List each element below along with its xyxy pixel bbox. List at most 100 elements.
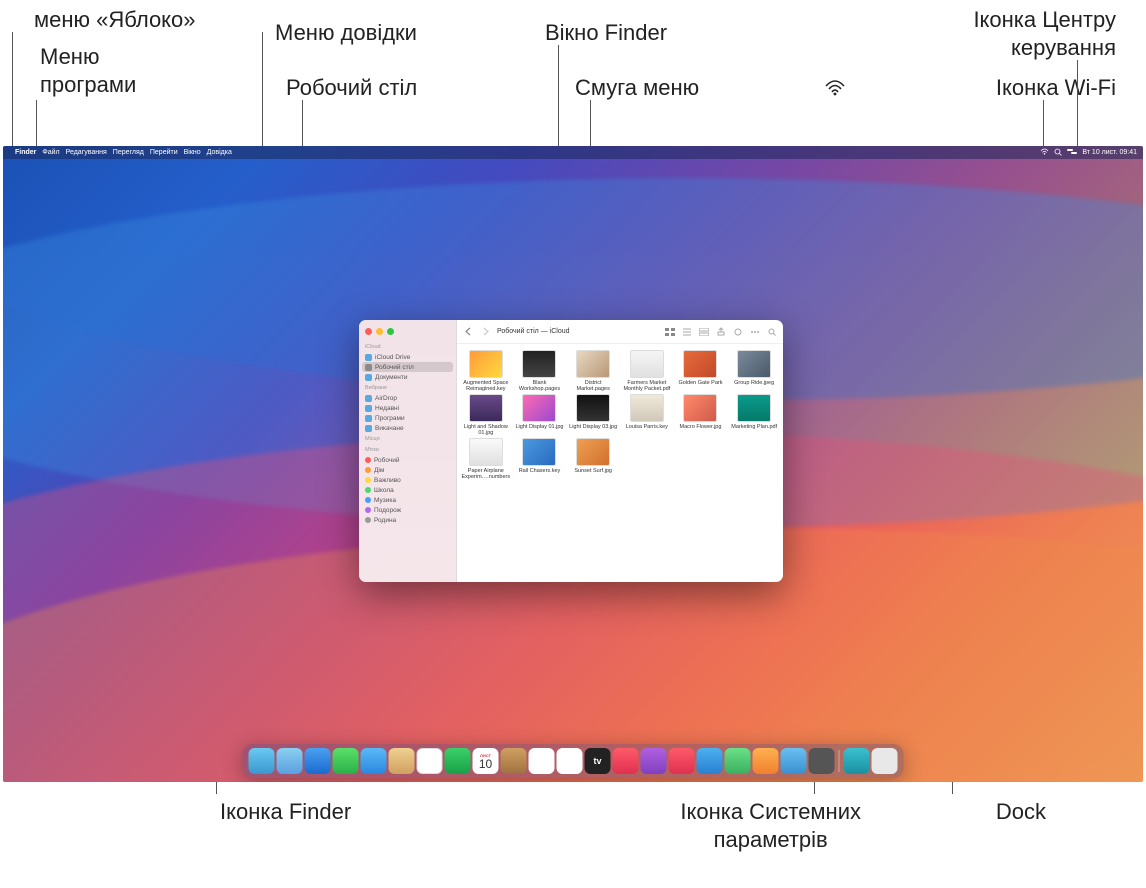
sidebar-item-label: Важливо [374, 477, 401, 484]
tag-button[interactable] [732, 326, 743, 337]
view-icons-button[interactable] [664, 326, 675, 337]
file-name: Paper Airplane Experim….numbers [461, 468, 511, 480]
dock-app-music[interactable] [613, 748, 639, 774]
file-item[interactable]: Louisa Parris.key [622, 394, 672, 436]
sidebar-item[interactable]: Дім [359, 465, 456, 475]
share-button[interactable] [715, 326, 726, 337]
file-name: Marketing Plan.pdf [729, 424, 779, 430]
dock-app-news[interactable] [669, 748, 695, 774]
file-item[interactable]: Blank Workshop.pages [515, 350, 565, 392]
sidebar-item[interactable]: Робочий стіл [362, 362, 453, 372]
folder-icon [365, 354, 372, 361]
clock[interactable]: Вт 10 лист. 09:41 [1082, 149, 1137, 156]
finder-sidebar: iCloudiCloud DriveРобочий стілДокументиВ… [359, 320, 457, 582]
sidebar-group-label: Вибране [359, 385, 456, 393]
file-item[interactable]: Group Ride.jpeg [729, 350, 779, 392]
file-name: Light and Shadow 01.jpg [461, 424, 511, 436]
menu-go[interactable]: Перейти [150, 149, 178, 156]
dock-app-app-store[interactable] [781, 748, 807, 774]
file-item[interactable]: Farmers Market Monthly Packet.pdf [622, 350, 672, 392]
menu-finder[interactable]: Finder [15, 149, 36, 156]
dock-trash[interactable] [872, 748, 898, 774]
file-item[interactable]: Marketing Plan.pdf [729, 394, 779, 436]
sidebar-item[interactable]: Музика [359, 495, 456, 505]
dock-app-podcasts[interactable] [641, 748, 667, 774]
sidebar-item[interactable]: Важливо [359, 475, 456, 485]
dock-app-photos[interactable] [417, 748, 443, 774]
file-item[interactable]: Light Display 03.jpg [568, 394, 618, 436]
finder-window[interactable]: iCloudiCloud DriveРобочий стілДокументиВ… [359, 320, 783, 582]
dock-app-pages[interactable] [753, 748, 779, 774]
dock-app-notes[interactable] [557, 748, 583, 774]
spotlight-icon[interactable] [1054, 148, 1062, 158]
dock-app-numbers[interactable] [725, 748, 751, 774]
sidebar-item[interactable]: Робочий [359, 455, 456, 465]
fullscreen-button[interactable] [387, 328, 394, 335]
file-item[interactable]: Augmented Space Reimagined.key [461, 350, 511, 392]
sidebar-item[interactable]: iCloud Drive [359, 352, 456, 362]
file-item[interactable]: Macro Flower.jpg [676, 394, 726, 436]
dock-app-launchpad[interactable] [277, 748, 303, 774]
search-button[interactable] [766, 326, 777, 337]
group-button[interactable] [698, 326, 709, 337]
forward-button[interactable] [480, 326, 491, 337]
dock-app-mail[interactable] [361, 748, 387, 774]
dock-app-tv[interactable]: tv [585, 748, 611, 774]
menu-window[interactable]: Вікно [184, 149, 201, 156]
dock-app-finder[interactable] [249, 748, 275, 774]
dock-app-messages[interactable] [333, 748, 359, 774]
line [12, 32, 13, 150]
sidebar-item-label: Документи [375, 374, 407, 381]
dock-app-calendar[interactable]: ЛИСТ10 [473, 748, 499, 774]
sidebar-item[interactable]: Документи [359, 372, 456, 382]
dock-app-contacts[interactable] [501, 748, 527, 774]
finder-title: Робочий стіл — iCloud [497, 328, 570, 335]
sidebar-item-label: AirDrop [375, 395, 397, 402]
dock-app-keynote[interactable] [697, 748, 723, 774]
folder-icon [365, 425, 372, 432]
action-button[interactable] [749, 326, 760, 337]
close-button[interactable] [365, 328, 372, 335]
dock-app-facetime[interactable] [445, 748, 471, 774]
dock-app-system-preferences[interactable] [809, 748, 835, 774]
sidebar-item-label: Дім [374, 467, 384, 474]
file-name: Louisa Parris.key [622, 424, 672, 430]
minimize-button[interactable] [376, 328, 383, 335]
dock-app-safari[interactable] [305, 748, 331, 774]
menu-help[interactable]: Довідка [207, 149, 232, 156]
menu-view[interactable]: Перегляд [113, 149, 144, 156]
finder-toolbar: Робочий стіл — iCloud [457, 320, 783, 344]
file-item[interactable]: District Market.pages [568, 350, 618, 392]
dock-app-reminders[interactable] [529, 748, 555, 774]
back-button[interactable] [463, 326, 474, 337]
sidebar-item[interactable]: Програми [359, 413, 456, 423]
file-item[interactable]: Rail Chasers.key [515, 438, 565, 480]
sidebar-item[interactable]: Школа [359, 485, 456, 495]
callout-app-menu: Меню програми [40, 43, 136, 98]
control-center-icon[interactable] [1067, 148, 1077, 157]
macos-desktop: Finder Файл Редагування Перегляд Перейти… [3, 146, 1143, 782]
folder-icon [365, 395, 372, 402]
tag-dot-icon [365, 467, 371, 473]
view-list-button[interactable] [681, 326, 692, 337]
file-item[interactable]: Paper Airplane Experim….numbers [461, 438, 511, 480]
file-item[interactable]: Sunset Surf.jpg [568, 438, 618, 480]
file-item[interactable]: Golden Gate Park [676, 350, 726, 392]
menu-edit[interactable]: Редагування [66, 149, 107, 156]
wifi-icon[interactable] [1040, 148, 1049, 157]
file-item[interactable]: Light Display 01.jpg [515, 394, 565, 436]
callout-finder-window: Вікно Finder [545, 19, 667, 47]
menu-file[interactable]: Файл [42, 149, 59, 156]
sidebar-item[interactable]: Викачане [359, 423, 456, 433]
dock-app-maps[interactable] [389, 748, 415, 774]
sidebar-item[interactable]: AirDrop [359, 393, 456, 403]
sidebar-item[interactable]: Недавні [359, 403, 456, 413]
file-thumbnail [576, 394, 610, 422]
callout-sysprefs-icon: Іконка Системних параметрів [680, 798, 861, 853]
file-thumbnail [469, 350, 503, 378]
file-name: Macro Flower.jpg [676, 424, 726, 430]
dock-downloads[interactable] [844, 748, 870, 774]
sidebar-item[interactable]: Подорож [359, 505, 456, 515]
file-item[interactable]: Light and Shadow 01.jpg [461, 394, 511, 436]
sidebar-item[interactable]: Родина [359, 515, 456, 525]
